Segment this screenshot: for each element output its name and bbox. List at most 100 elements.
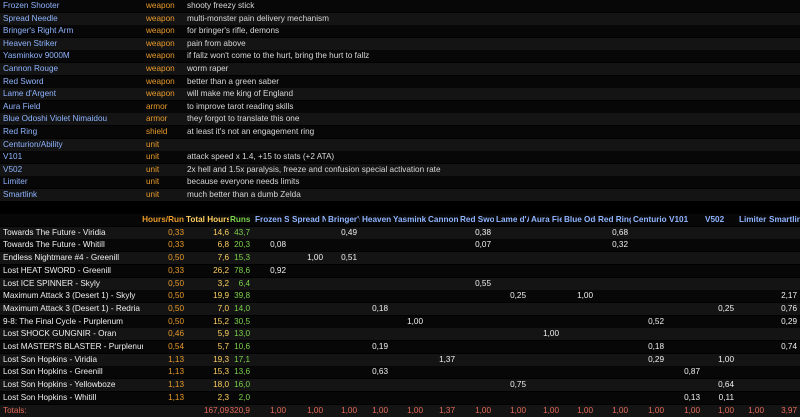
drop-rate-cell [631, 265, 664, 277]
run-name: Lost Son Hopkins - Yellowboze [3, 380, 116, 390]
run-name: Maximum Attack 3 (Desert 1) - Redria [3, 303, 140, 313]
drop-rate-cell [290, 366, 323, 378]
item-description: attack speed x 1.4, +15 to stats (+2 ATA… [187, 152, 335, 162]
drop-rate-cell [767, 239, 797, 251]
item-type: weapon [146, 51, 175, 61]
item-type: weapon [146, 1, 175, 10]
drop-rate-cell [253, 278, 286, 290]
drop-rate-cell: 0,25 [510, 291, 526, 301]
item-type: weapon [146, 76, 175, 86]
drop-rate-cell [529, 366, 559, 378]
drop-rate-cell [326, 379, 357, 391]
run-total-hours: 26,2 [213, 265, 229, 275]
drop-rate-cell [737, 366, 764, 378]
drop-rate-cell [426, 303, 455, 315]
drop-rate-cell [494, 366, 526, 378]
totals-total-hours: 167,09 [203, 405, 229, 415]
drop-rate-cell [631, 366, 664, 378]
totals-cell: 1,00 [372, 405, 388, 415]
run-row: Lost SHOCK GUNGNIR - Oran 0,46 5,9 13,0 1,00 [0, 328, 800, 341]
item-name: Limiter [3, 177, 28, 187]
run-count: 2,0 [238, 392, 250, 402]
drop-rate-cell [703, 252, 734, 264]
item-type: weapon [146, 89, 175, 99]
drop-rate-cell [767, 227, 797, 239]
run-name: Lost HEAT SWORD - Greenill [3, 265, 111, 275]
item-name: Centurion/Ability [3, 139, 63, 149]
item-name: Frozen Shooter [3, 1, 60, 10]
drop-rate-cell [596, 252, 628, 264]
drop-rate-cell [562, 379, 593, 391]
drop-rate-cell [767, 328, 797, 340]
item-type: weapon [146, 26, 175, 36]
item-name: Spread Needle [3, 13, 58, 23]
drop-rate-cell [737, 303, 764, 315]
drop-rate-cell [596, 290, 628, 302]
drop-rate-cell [596, 379, 628, 391]
drop-rate-cell [391, 354, 423, 366]
run-hours-per-run: 0,33 [168, 240, 184, 250]
drop-rate-cell [631, 227, 664, 239]
item-name: Heaven Striker [3, 38, 58, 48]
drop-rate-cell [253, 379, 286, 391]
drop-rate-cell [562, 328, 593, 340]
drop-rate-cell: 1,00 [407, 316, 423, 326]
run-total-hours: 5,9 [217, 329, 229, 339]
run-count: 10,6 [234, 342, 250, 351]
drop-rate-cell: 0,19 [372, 342, 388, 351]
drop-rate-cell [360, 379, 388, 391]
drop-rate-cell [767, 354, 797, 366]
drop-rate-cell [631, 328, 664, 340]
drop-rate-cell [529, 316, 559, 328]
drop-rate-cell [737, 252, 764, 264]
drop-rate-cell [667, 328, 700, 340]
item-name: Cannon Rouge [3, 64, 59, 73]
item-name: Smartlink [3, 190, 38, 199]
drop-rate-cell [494, 303, 526, 315]
drop-rate-cell [737, 265, 764, 277]
run-hours-per-run: 0,33 [168, 265, 184, 275]
drop-rate-cell [737, 392, 764, 404]
drop-rate-cell [360, 328, 388, 340]
run-row: 9-8: The Final Cycle - Purplenum 0,50 15,2… [0, 315, 800, 328]
drop-rate-cell: 1,00 [307, 253, 323, 263]
drop-rate-cell [326, 265, 357, 277]
drop-rate-cell [290, 354, 323, 366]
drop-rate-cell: 0,13 [684, 392, 700, 402]
drop-rate-cell: 0,18 [648, 342, 664, 351]
run-row: Towards The Future - Viridia 0,33 14,6 43,7… [0, 226, 800, 239]
drop-rate-cell [596, 354, 628, 366]
drop-rate-cell [667, 239, 700, 251]
drop-rate-cell [562, 303, 593, 315]
drop-rate-cell [326, 392, 357, 404]
drop-rate-cell [703, 366, 734, 378]
drop-rate-cell [253, 392, 286, 404]
run-hours-per-run: 1,13 [168, 380, 184, 390]
item-description [187, 139, 797, 151]
run-hours-per-run: 1,13 [168, 392, 184, 402]
run-total-hours: 2,3 [217, 392, 229, 402]
drop-rate-cell [494, 265, 526, 277]
drop-rate-cell [767, 392, 797, 404]
totals-cell: 1,00 [307, 405, 323, 415]
item-name: V502 [3, 164, 23, 174]
drop-rate-cell [529, 278, 559, 290]
header-item-column: Bringer's [328, 215, 360, 224]
run-name: 9-8: The Final Cycle - Purplenum [3, 316, 123, 326]
run-hours-per-run: 0,46 [168, 329, 184, 339]
drop-rate-cell: 0,32 [612, 240, 628, 250]
run-hours-per-run: 0,33 [168, 227, 184, 237]
drop-rate-cell: 0,75 [510, 380, 526, 390]
item-row: Frozen Shooter weapon shooty freezy stick [0, 0, 800, 12]
run-row: Endless Nightmare #4 - Greenill 0,50 7,6 15… [0, 252, 800, 265]
run-name: Lost ICE SPINNER - Skyly [3, 278, 100, 288]
header-item-column: Lame d'A [496, 215, 529, 224]
header-item-column: V502 [705, 215, 725, 224]
drop-rate-cell [426, 265, 455, 277]
drop-rate-cell [391, 366, 423, 378]
drop-rate-cell [703, 290, 734, 302]
run-count: 14,0 [234, 303, 250, 313]
drop-rate-cell [458, 265, 491, 277]
run-row: Maximum Attack 3 (Desert 1) - Redria 0,50… [0, 302, 800, 315]
item-row: Smartlink unit much better than a dumb Zel… [0, 189, 800, 201]
